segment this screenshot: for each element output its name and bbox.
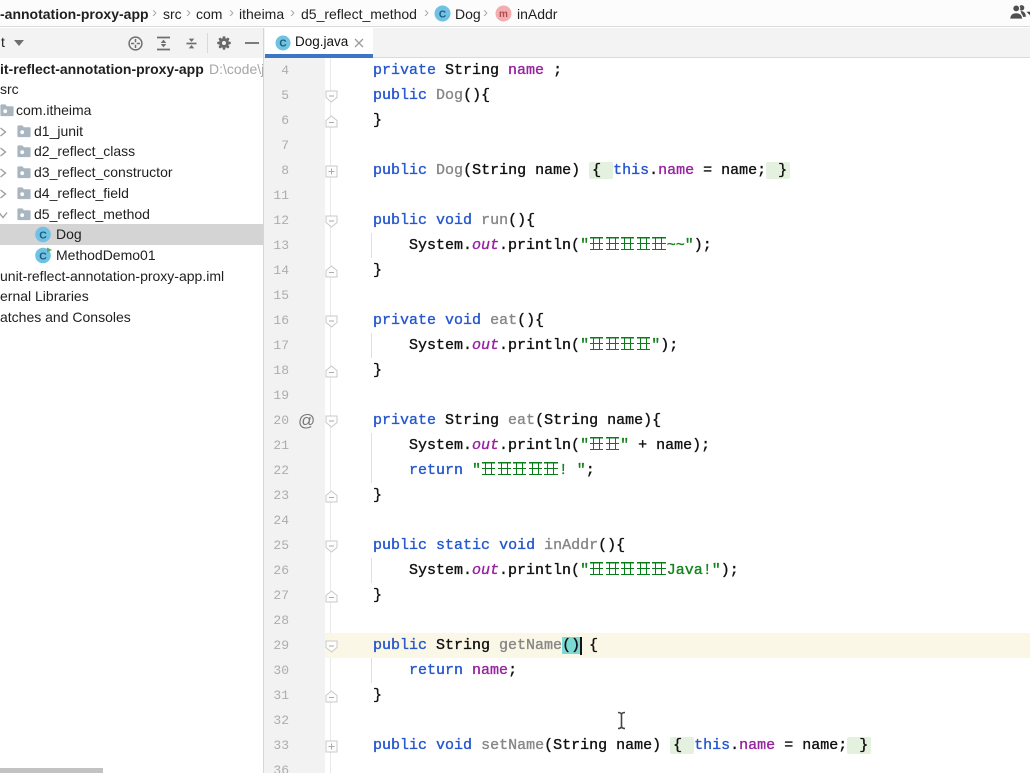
- svg-text:C: C: [439, 9, 446, 20]
- svg-text:C: C: [39, 230, 47, 242]
- svg-text:m: m: [499, 9, 508, 20]
- svg-text:C: C: [39, 250, 47, 262]
- svg-text:C: C: [279, 39, 286, 50]
